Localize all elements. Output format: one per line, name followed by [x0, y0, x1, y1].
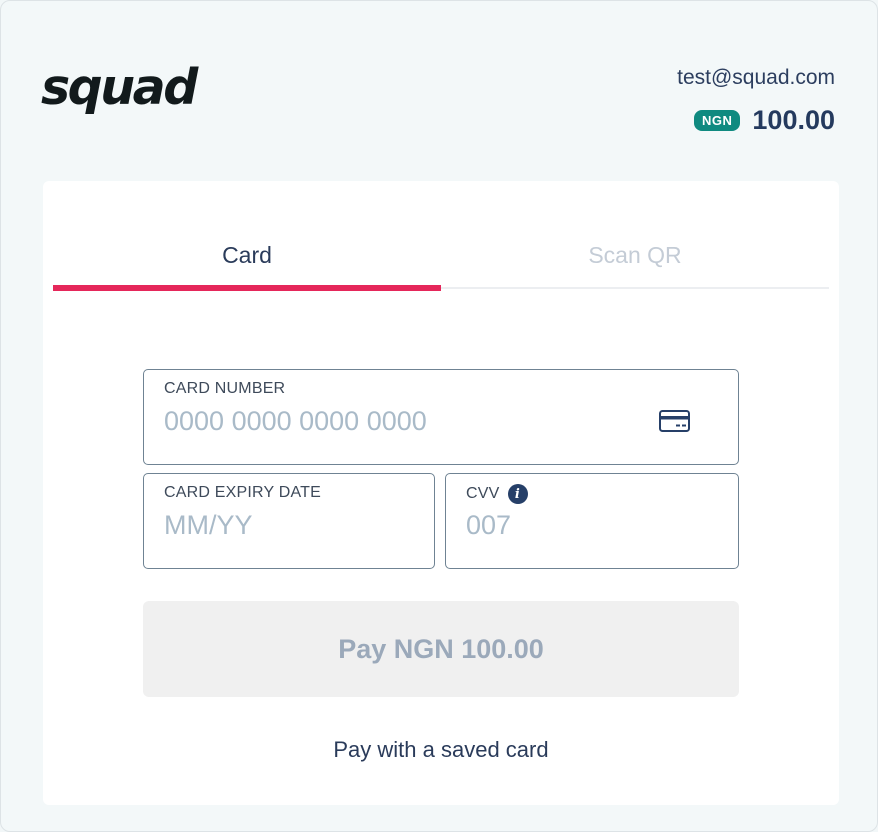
- credit-card-icon: [659, 410, 690, 432]
- cvv-label-text: CVV: [466, 485, 500, 502]
- card-expiry-input[interactable]: [164, 510, 414, 541]
- currency-badge: NGN: [694, 110, 741, 131]
- tab-card-label: Card: [222, 241, 272, 268]
- active-tab-indicator: [53, 285, 441, 291]
- squad-logo: squad: [41, 59, 198, 116]
- payment-panel: Card Scan QR CARD NUMBER CARD EXPIRY DAT…: [43, 181, 839, 805]
- tab-scan-qr-label: Scan QR: [588, 241, 682, 268]
- info-icon[interactable]: i: [507, 484, 528, 504]
- amount-summary: NGN 100.00: [694, 107, 835, 134]
- cvv-label: CVV i: [466, 484, 528, 504]
- card-number-input[interactable]: [164, 406, 634, 437]
- tab-card[interactable]: Card: [53, 221, 441, 291]
- card-number-field: CARD NUMBER: [143, 369, 739, 465]
- payment-method-tabs: Card Scan QR: [53, 221, 829, 291]
- pay-button[interactable]: Pay NGN 100.00: [143, 601, 739, 697]
- cvv-field: CVV i: [445, 473, 739, 569]
- pay-with-saved-card-link[interactable]: Pay with a saved card: [43, 737, 839, 763]
- card-expiry-field: CARD EXPIRY DATE: [143, 473, 435, 569]
- card-expiry-label-text: CARD EXPIRY DATE: [164, 484, 322, 501]
- card-expiry-label: CARD EXPIRY DATE: [164, 484, 321, 502]
- checkout-modal: squad test@squad.com NGN 100.00 Card Sca…: [0, 0, 878, 832]
- card-number-label-text: CARD NUMBER: [164, 380, 286, 397]
- card-number-label: CARD NUMBER: [164, 380, 285, 398]
- customer-email: test@squad.com: [677, 66, 835, 89]
- cvv-input[interactable]: [466, 510, 716, 541]
- tab-scan-qr[interactable]: Scan QR: [441, 221, 829, 289]
- amount-value: 100.00: [752, 105, 835, 135]
